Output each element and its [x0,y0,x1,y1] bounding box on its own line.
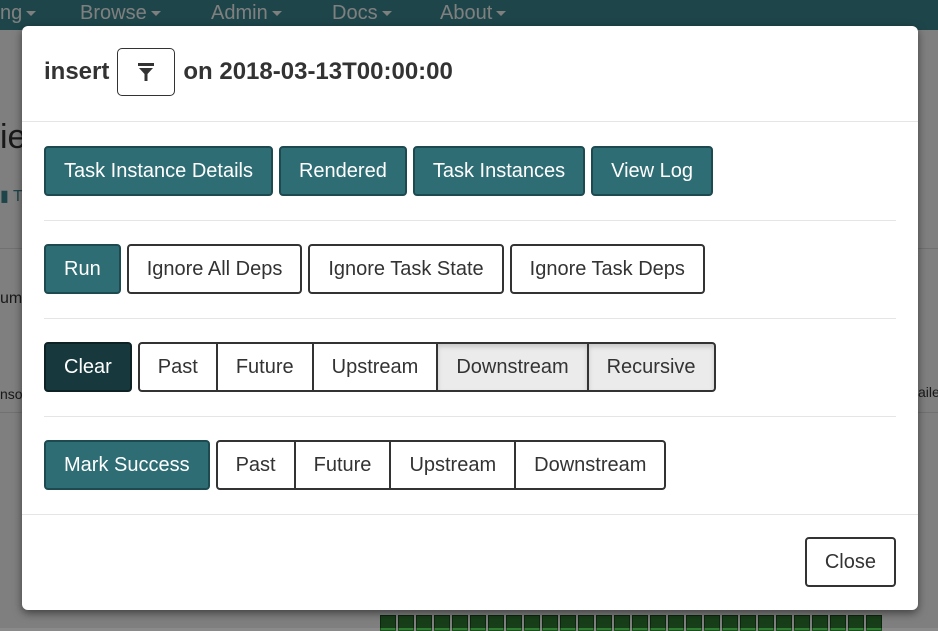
clear-upstream-toggle[interactable]: Upstream [311,342,439,392]
clear-downstream-toggle[interactable]: Downstream [436,342,589,392]
execution-date: 2018-03-13T00:00:00 [219,58,453,85]
links-row: Task Instance Details Rendered Task Inst… [44,122,896,221]
mark-success-row: Mark Success Past Future Upstream Downst… [44,416,896,514]
view-log-button[interactable]: View Log [591,146,714,196]
ignore-task-state-toggle[interactable]: Ignore Task State [308,244,504,294]
clear-options-group: Past Future Upstream Downstream Recursiv… [137,342,716,392]
ignore-task-deps-toggle[interactable]: Ignore Task Deps [509,244,705,294]
task-id: insert [44,58,110,85]
clear-recursive-toggle[interactable]: Recursive [586,342,716,392]
task-instance-details-button[interactable]: Task Instance Details [44,146,273,196]
modal-title: insert on 2018-03-13T00:00:00 [44,48,453,96]
clear-button[interactable]: Clear [44,342,132,392]
task-instances-button[interactable]: Task Instances [412,146,586,196]
mark-future-toggle[interactable]: Future [293,440,392,490]
run-row: Run Ignore All Deps Ignore Task State Ig… [44,220,896,319]
clear-row: Clear Past Future Upstream Downstream Re… [44,318,896,417]
mark-upstream-toggle[interactable]: Upstream [389,440,517,490]
close-button[interactable]: Close [804,537,896,587]
mark-success-button[interactable]: Mark Success [44,440,210,490]
filter-icon [138,63,155,81]
run-button[interactable]: Run [44,244,121,294]
modal-header: insert on 2018-03-13T00:00:00 [22,26,918,122]
mark-past-toggle[interactable]: Past [215,440,296,490]
clear-future-toggle[interactable]: Future [215,342,314,392]
clear-past-toggle[interactable]: Past [137,342,218,392]
ignore-all-deps-toggle[interactable]: Ignore All Deps [126,244,303,294]
filter-upstream-button[interactable] [117,48,176,96]
on-label: on [183,58,213,85]
mark-downstream-toggle[interactable]: Downstream [514,440,667,490]
task-instance-modal: insert on 2018-03-13T00:00:00 Task Insta… [22,26,918,610]
modal-footer: Close [22,514,918,611]
rendered-button[interactable]: Rendered [278,146,407,196]
mark-success-options-group: Past Future Upstream Downstream [215,440,667,490]
